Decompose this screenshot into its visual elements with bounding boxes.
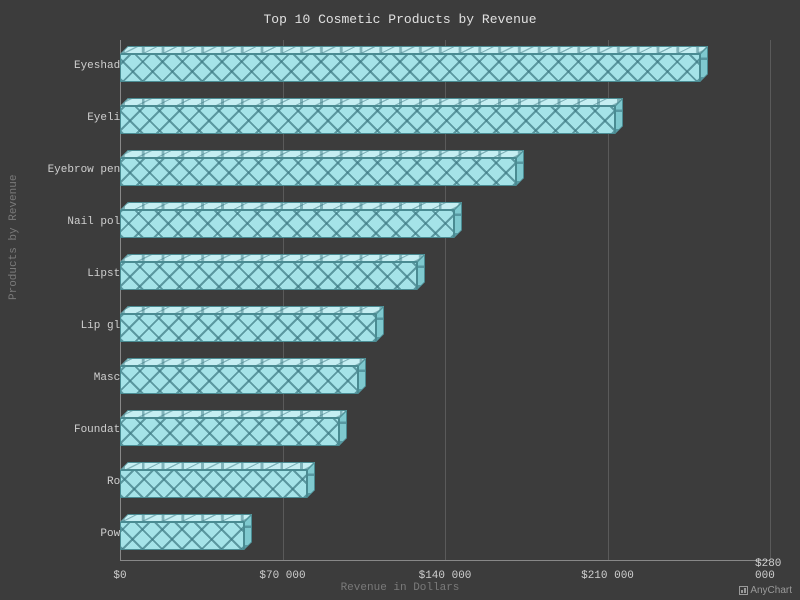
bar-front-face <box>120 366 358 394</box>
bar-side-face <box>700 46 708 82</box>
bar-side-face <box>358 358 366 394</box>
bar-top-face <box>120 202 462 210</box>
bar-front-face <box>120 158 516 186</box>
bar-top-face <box>120 410 347 418</box>
chart-credit: AnyChart <box>739 585 792 596</box>
bar-front-face <box>120 314 376 342</box>
bar-side-face <box>417 254 425 290</box>
bar-side-face <box>376 306 384 342</box>
bar-front-face <box>120 210 454 238</box>
credit-text: AnyChart <box>750 585 792 596</box>
bar-side-face <box>454 202 462 238</box>
y-axis-title: Products by Revenue <box>8 175 20 300</box>
bar-top-face <box>120 46 708 54</box>
bar-top-face <box>120 514 252 522</box>
chart-title: Top 10 Cosmetic Products by Revenue <box>0 0 800 27</box>
bar-front-face <box>120 522 244 550</box>
bar-top-face <box>120 98 623 106</box>
chart-icon <box>739 586 748 595</box>
x-axis-line <box>120 560 770 561</box>
bar-top-face <box>120 306 384 314</box>
x-tick-label: $70 000 <box>259 570 305 582</box>
bar-top-face <box>120 462 315 470</box>
x-tick-label: $280 000 <box>755 558 785 582</box>
bar-top-face <box>120 254 425 262</box>
x-tick-label: $210 000 <box>581 570 634 582</box>
bar-front-face <box>120 470 307 498</box>
bar-side-face <box>516 150 524 186</box>
bar-side-face <box>244 514 252 550</box>
bar-front-face <box>120 418 339 446</box>
bar-front-face <box>120 106 615 134</box>
bar-front-face <box>120 54 700 82</box>
x-tick-label: $140 000 <box>419 570 472 582</box>
x-tick-label: $0 <box>113 570 126 582</box>
bar-top-face <box>120 150 524 158</box>
bar-side-face <box>615 98 623 134</box>
x-axis-title: Revenue in Dollars <box>341 582 460 594</box>
bar-top-face <box>120 358 366 366</box>
bar-side-face <box>339 410 347 446</box>
bar-front-face <box>120 262 417 290</box>
bar-side-face <box>307 462 315 498</box>
gridline <box>770 40 771 560</box>
